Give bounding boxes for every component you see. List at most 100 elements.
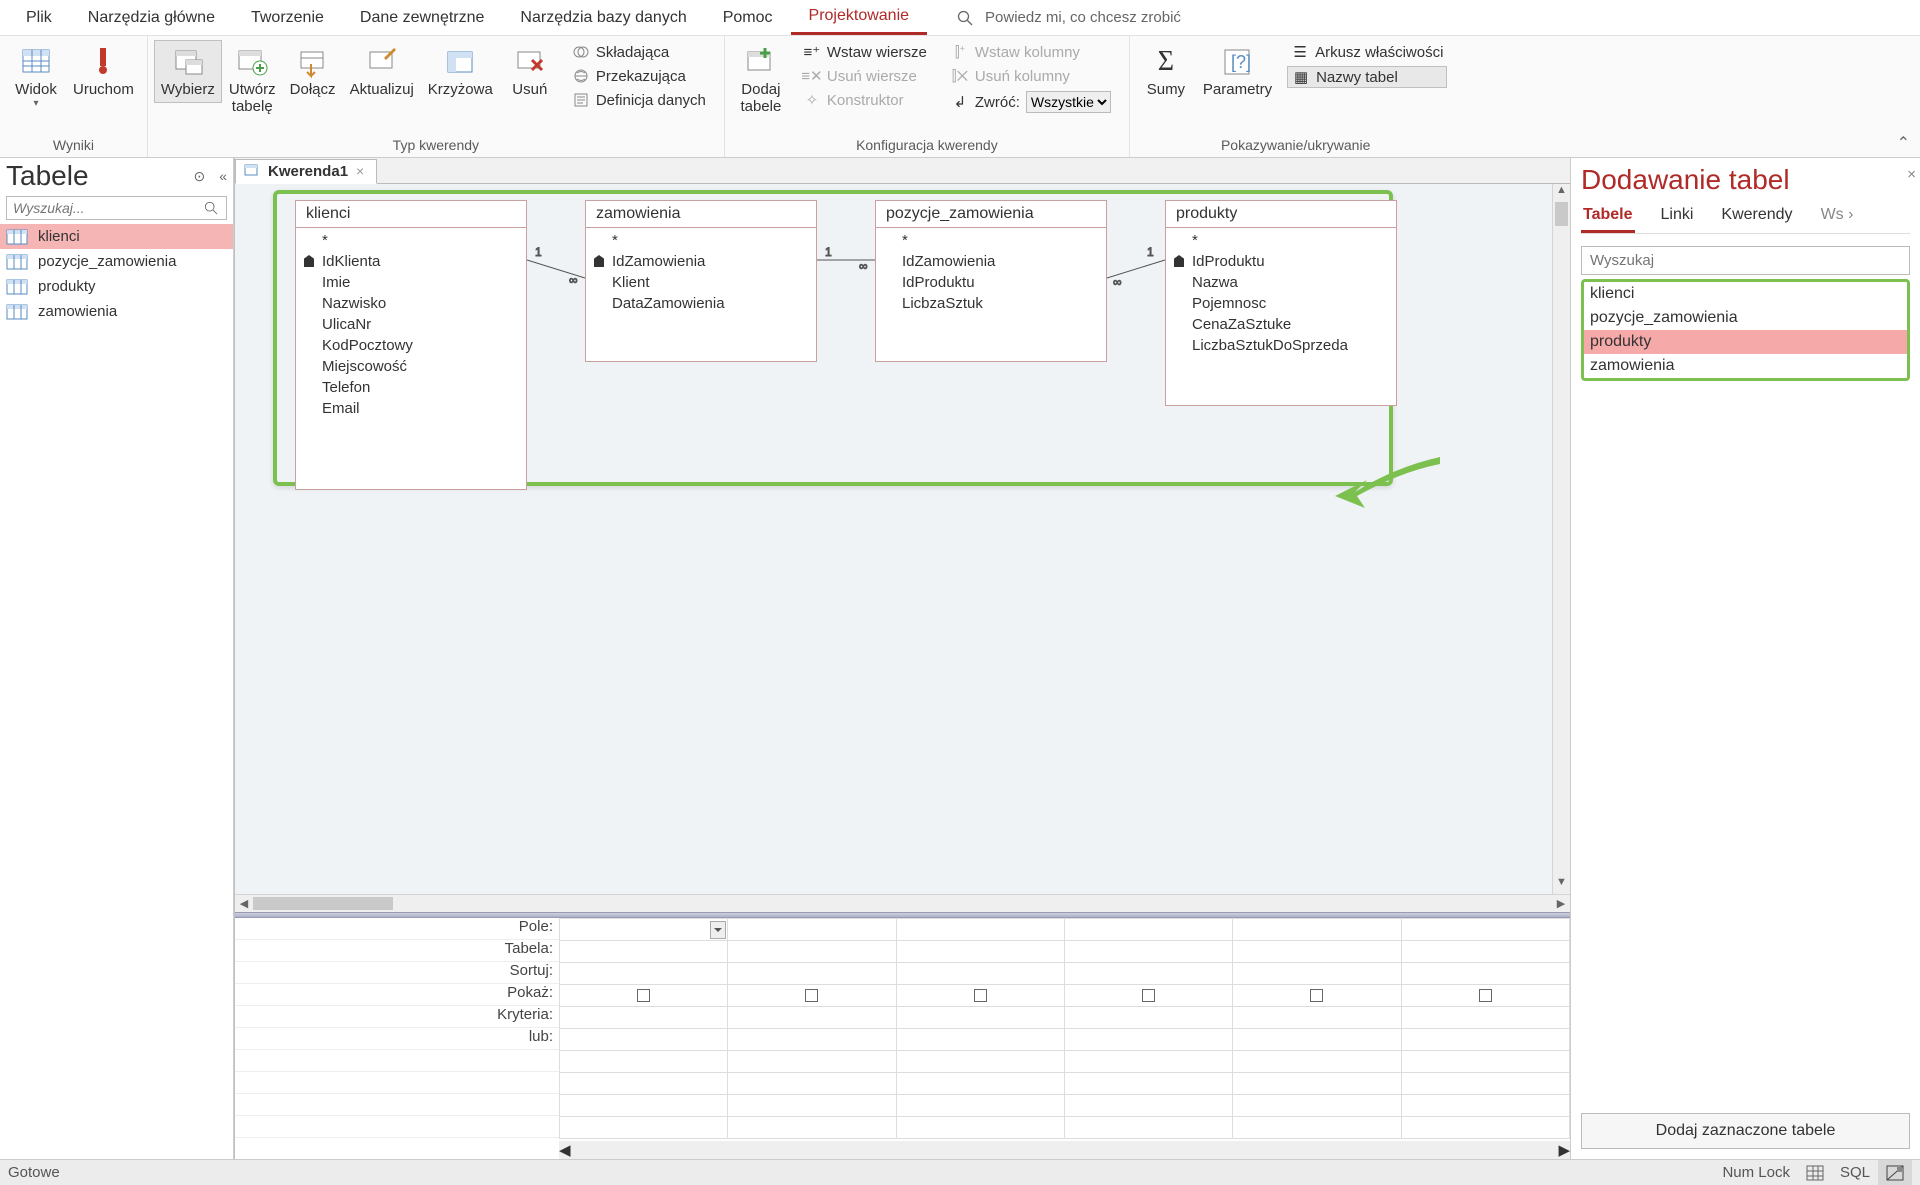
btn-usun[interactable]: Usuń [500, 40, 560, 103]
btn-nazwy-tabel[interactable]: ▦Nazwy tabel [1287, 66, 1447, 88]
tab-tworzenie[interactable]: Tworzenie [233, 0, 342, 35]
add-tables-search[interactable] [1581, 246, 1910, 275]
tell-me[interactable]: Powiedz mi, co chcesz zrobić [957, 9, 1181, 26]
field-item[interactable]: IdZamowienia [586, 251, 816, 272]
field-item[interactable]: Pojemnosc [1166, 293, 1396, 314]
collapse-ribbon-icon[interactable]: ⌃ [1897, 133, 1910, 153]
canvas-hscroll[interactable]: ◀ ▶ [235, 894, 1570, 912]
table-zamowienia[interactable]: zamowienia*IdZamowieniaKlientDataZamowie… [585, 200, 817, 362]
show-checkbox[interactable] [805, 989, 818, 1002]
field-item[interactable]: Imie [296, 272, 526, 293]
field-item[interactable]: DataZamowienia [586, 293, 816, 314]
field-item[interactable]: Telefon [296, 377, 526, 398]
show-checkbox[interactable] [974, 989, 987, 1002]
tab-pomoc[interactable]: Pomoc [705, 0, 791, 35]
btn-przekazujaca[interactable]: Przekazująca [568, 66, 710, 86]
field-item[interactable]: * [1166, 230, 1396, 251]
add-list-item-zamowienia[interactable]: zamowienia [1584, 354, 1907, 378]
view-design-icon[interactable] [1878, 1160, 1912, 1185]
field-dropdown[interactable] [710, 921, 726, 939]
tab-projektowanie[interactable]: Projektowanie [791, 0, 928, 35]
tab-narzedzia-bazy[interactable]: Narzędzia bazy danych [502, 0, 704, 35]
tab-narzedzia-glowne[interactable]: Narzędzia główne [70, 0, 233, 35]
show-checkbox[interactable] [1310, 989, 1323, 1002]
svg-text:[?]: [?] [1231, 52, 1251, 72]
zwroc-select[interactable]: Wszystkie [1026, 91, 1111, 113]
status-numlock: Num Lock [1714, 1160, 1798, 1185]
field-item[interactable]: IdProduktu [1166, 251, 1396, 272]
btn-wybierz[interactable]: Wybierz [154, 40, 222, 103]
close-pane-icon[interactable]: × [1907, 166, 1916, 183]
btn-wstaw-wiersze[interactable]: ≡⁺Wstaw wiersze [799, 42, 931, 62]
btn-sumy[interactable]: ΣSumy [1136, 40, 1196, 103]
tab-more[interactable]: Ws › [1819, 206, 1856, 233]
btn-krzyzowa[interactable]: Krzyżowa [421, 40, 500, 103]
select-query-icon [171, 45, 205, 79]
doc-tab-kwerenda1[interactable]: Kwerenda1 × [235, 159, 377, 184]
btn-widok[interactable]: Widok ▾ [6, 40, 66, 115]
btn-aktualizuj[interactable]: Aktualizuj [343, 40, 421, 103]
nav-dropdown-icon[interactable]: ⊙ [193, 168, 205, 185]
search-icon[interactable] [204, 201, 226, 215]
field-item[interactable]: IdKlienta [296, 251, 526, 272]
view-datasheet-icon[interactable] [1798, 1160, 1832, 1185]
nav-item-klienci[interactable]: klienci [0, 224, 233, 249]
table-klienci[interactable]: klienci*IdKlientaImieNazwiskoUlicaNrKodP… [295, 200, 527, 490]
btn-utworz-tabele[interactable]: Utwórz tabelę [222, 40, 283, 121]
nav-collapse-icon[interactable]: « [219, 168, 227, 185]
tab-tabele[interactable]: Tabele [1581, 206, 1635, 233]
nav-title: Tabele [6, 160, 89, 192]
btn-dolacz[interactable]: Dołącz [283, 40, 343, 103]
query-icon [244, 163, 260, 179]
tab-plik[interactable]: Plik [8, 0, 70, 35]
field-item[interactable]: Email [296, 398, 526, 419]
tab-linki[interactable]: Linki [1659, 206, 1696, 233]
close-icon[interactable]: × [356, 163, 364, 179]
add-list-item-pozycje_zamowienia[interactable]: pozycje_zamowienia [1584, 306, 1907, 330]
table-pozycje_zamowienia[interactable]: pozycje_zamowienia*IdZamowieniaIdProdukt… [875, 200, 1107, 362]
btn-uruchom[interactable]: Uruchom [66, 40, 141, 103]
canvas-vscroll[interactable]: ▲ ▼ [1552, 184, 1570, 894]
btn-parametry[interactable]: [?]Parametry [1196, 40, 1279, 103]
field-item[interactable]: CenaZaSztuke [1166, 314, 1396, 335]
nav-item-produkty[interactable]: produkty [0, 274, 233, 299]
nav-item-pozycje_zamowienia[interactable]: pozycje_zamowienia [0, 249, 233, 274]
field-item[interactable]: KodPocztowy [296, 335, 526, 356]
tab-kwerendy[interactable]: Kwerendy [1719, 206, 1794, 233]
field-item[interactable]: Nazwa [1166, 272, 1396, 293]
tab-dane-zewnetrzne[interactable]: Dane zewnętrzne [342, 0, 503, 35]
field-item[interactable]: IdProduktu [876, 272, 1106, 293]
view-sql[interactable]: SQL [1832, 1160, 1878, 1185]
add-selected-button[interactable]: Dodaj zaznaczone tabele [1581, 1113, 1910, 1149]
table-title: klienci [296, 201, 526, 228]
btn-definicja[interactable]: Definicja danych [568, 90, 710, 110]
design-canvas[interactable]: 1∞ 1∞ 1∞ klienci*IdKlientaImieNazwiskoUl… [235, 184, 1552, 894]
btn-dodaj-tabele[interactable]: Dodaj tabele [731, 40, 791, 121]
field-item[interactable]: UlicaNr [296, 314, 526, 335]
field-item[interactable]: * [586, 230, 816, 251]
field-item[interactable]: IdZamowienia [876, 251, 1106, 272]
doc-tabs: Kwerenda1 × [235, 158, 1570, 184]
totals-icon: Σ [1149, 45, 1183, 79]
field-item[interactable]: LicbzaSztuk [876, 293, 1106, 314]
show-checkbox[interactable] [1479, 989, 1492, 1002]
nav-search[interactable] [6, 196, 227, 220]
add-list-item-klienci[interactable]: klienci [1584, 282, 1907, 306]
qbe-hscroll[interactable]: ◀▶ [559, 1141, 1570, 1159]
show-checkbox[interactable] [1142, 989, 1155, 1002]
field-item[interactable]: Klient [586, 272, 816, 293]
show-checkbox[interactable] [637, 989, 650, 1002]
row-zwroc[interactable]: ↲ Zwróć: Wszystkie [947, 90, 1115, 114]
add-list-item-produkty[interactable]: produkty [1584, 330, 1907, 354]
field-item[interactable]: LiczbaSztukDoSprzeda [1166, 335, 1396, 356]
nav-item-zamowienia[interactable]: zamowienia [0, 299, 233, 324]
nav-search-input[interactable] [7, 197, 204, 219]
field-item[interactable]: * [876, 230, 1106, 251]
field-item[interactable]: Miejscowość [296, 356, 526, 377]
field-item[interactable]: * [296, 230, 526, 251]
btn-skladajaca[interactable]: Składająca [568, 42, 710, 62]
qbe-table[interactable] [559, 918, 1570, 1139]
field-item[interactable]: Nazwisko [296, 293, 526, 314]
table-produkty[interactable]: produkty*IdProduktuNazwaPojemnoscCenaZaS… [1165, 200, 1397, 406]
btn-arkusz-wlasciwosci[interactable]: ☰Arkusz właściwości [1287, 42, 1447, 62]
